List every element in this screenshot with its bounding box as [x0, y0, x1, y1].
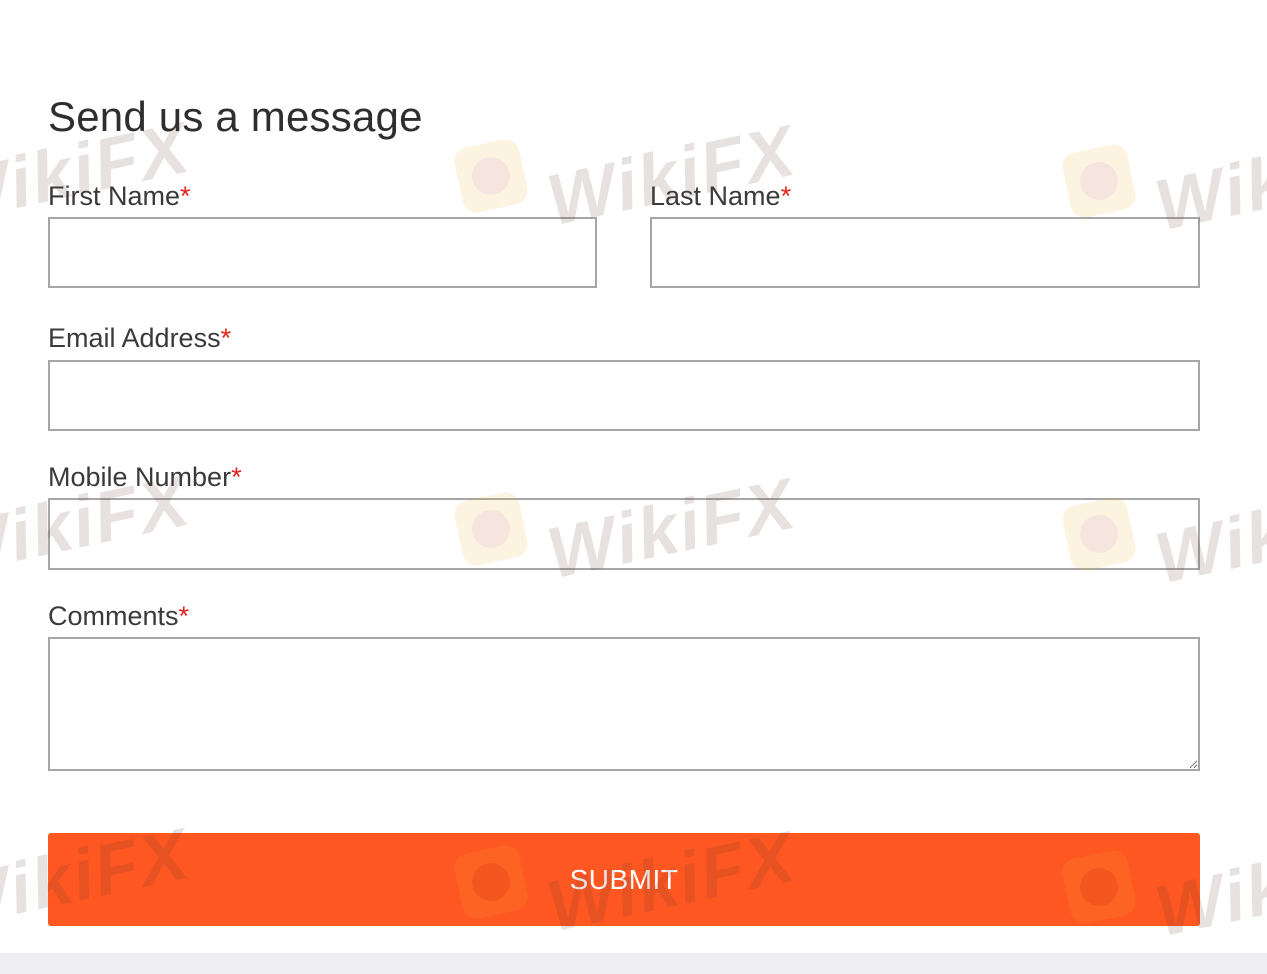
footer-strip [0, 953, 1267, 974]
required-marker: * [231, 462, 242, 492]
submit-button[interactable]: SUBMIT [48, 833, 1200, 926]
last-name-label-text: Last Name [650, 181, 781, 211]
first-name-label-text: First Name [48, 181, 181, 211]
mobile-label: Mobile Number* [48, 461, 242, 493]
last-name-input[interactable] [650, 217, 1200, 288]
required-marker: * [180, 181, 191, 211]
required-marker: * [780, 181, 792, 211]
comments-textarea[interactable] [48, 637, 1200, 771]
page-title: Send us a message [48, 93, 423, 140]
mobile-input[interactable] [48, 498, 1200, 570]
email-input[interactable] [48, 360, 1200, 431]
email-label: Email Address* [48, 322, 231, 354]
email-label-text: Email Address [48, 323, 221, 353]
mobile-label-text: Mobile Number [48, 462, 232, 492]
first-name-input[interactable] [48, 217, 597, 288]
last-name-label: Last Name* [650, 180, 791, 212]
required-marker: * [220, 323, 232, 353]
contact-form: Send us a message First Name* Last Name*… [48, 0, 1200, 974]
comments-label-text: Comments [48, 601, 179, 631]
comments-label: Comments* [48, 600, 189, 632]
first-name-label: First Name* [48, 180, 191, 212]
required-marker: * [178, 601, 190, 631]
